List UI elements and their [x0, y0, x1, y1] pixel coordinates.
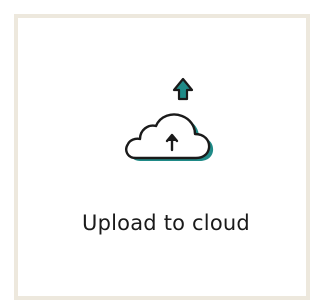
cloud-upload-icon [114, 74, 224, 174]
tile-label: Upload to cloud [82, 211, 250, 235]
cloud-shape [125, 113, 211, 160]
upload-arrow-icon [172, 77, 194, 101]
upload-to-cloud-tile[interactable]: Upload to cloud [14, 14, 310, 300]
